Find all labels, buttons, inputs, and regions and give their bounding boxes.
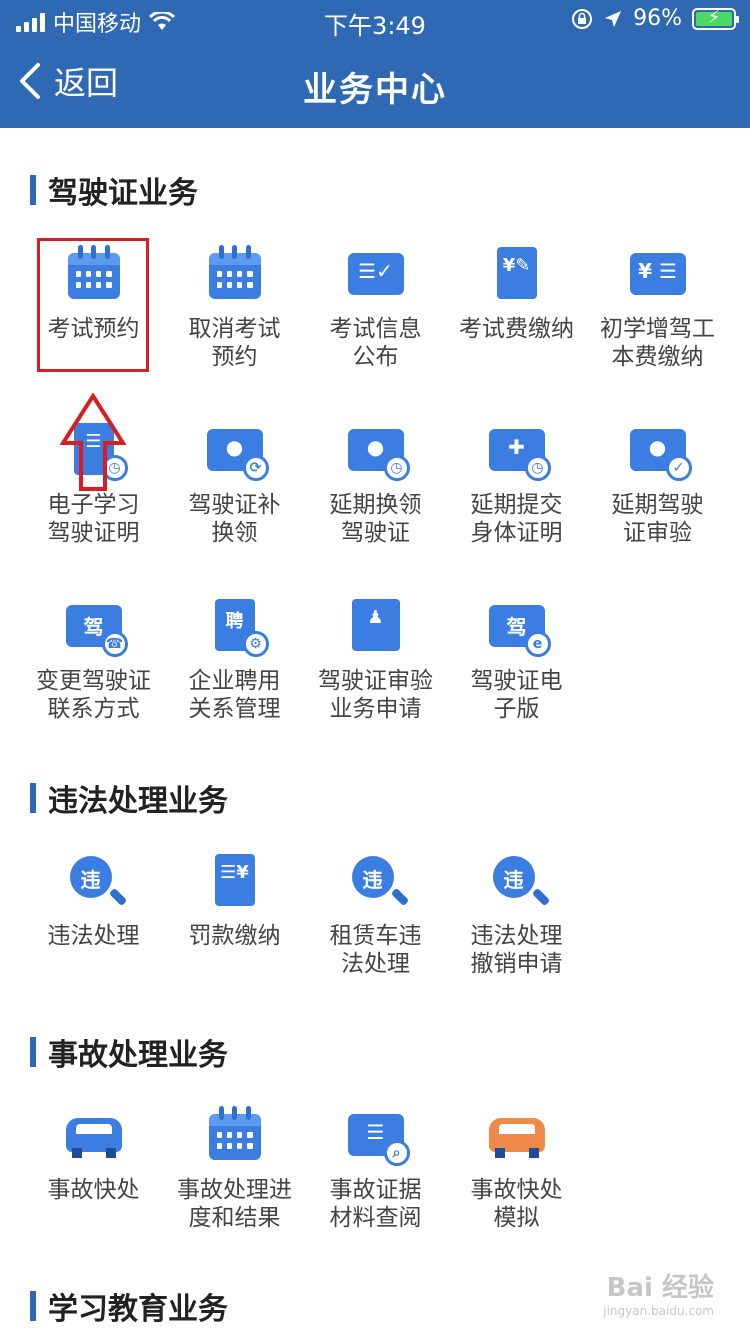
location-icon: [605, 10, 622, 27]
service-cancel-exam[interactable]: 取消考试 预约: [164, 235, 305, 411]
service-license-delay[interactable]: ● ◷ 延期换领 驾驶证: [305, 411, 446, 587]
up-arrow-icon: [60, 393, 126, 491]
service-employment-mgmt[interactable]: 聘 ⚙ 企业聘用 关系管理: [164, 587, 305, 763]
license-verify-icon: ● ✓: [628, 419, 692, 481]
fine-payment-icon: ☰¥: [205, 850, 265, 910]
employment-doc-icon: 聘 ⚙: [205, 595, 269, 657]
violation-cancel-icon: 违: [487, 850, 547, 910]
section-marker: [30, 1037, 36, 1067]
service-label: 事故快处: [47, 1177, 140, 1203]
service-label: 延期换领 驾驶证: [329, 492, 422, 546]
section-title-accident: 事故处理业务: [30, 1030, 228, 1074]
violation-search-icon: 违: [64, 850, 124, 910]
baidu-watermark: Bai 经验 jingyan.baidu.com: [603, 1267, 714, 1318]
rental-violation-icon: 违: [346, 850, 406, 910]
section-title-violation: 违法处理业务: [30, 776, 228, 820]
watermark-url: jingyan.baidu.com: [603, 1304, 714, 1318]
status-bar: 中国移动 下午3:49 96% ⚡: [0, 0, 750, 40]
service-label: 考试费缴纳: [459, 316, 574, 342]
contact-change-icon: 驾 ☎: [64, 595, 128, 657]
page-title: 业务中心: [303, 70, 447, 110]
service-label: 考试信息 公布: [329, 316, 422, 370]
service-label: 驾驶证审验 业务申请: [318, 668, 433, 722]
service-learner-fee[interactable]: ¥ ☰ 初学增驾工 本费缴纳: [587, 235, 728, 411]
service-label: 取消考试 预约: [188, 316, 281, 370]
service-accident-evidence[interactable]: ☰ ⌕ 事故证据 材料查阅: [305, 1096, 446, 1232]
service-label: 电子学习 驾驶证明: [47, 492, 140, 546]
service-health-delay[interactable]: ✚ ◷ 延期提交 身体证明: [446, 411, 587, 587]
header-bar: 中国移动 下午3:49 96% ⚡ 返回 业务中心: [0, 0, 750, 128]
service-accident-quick[interactable]: 事故快处: [23, 1096, 164, 1232]
section-title-license: 驾驶证业务: [30, 168, 198, 212]
evidence-search-icon: ☰ ⌕: [346, 1104, 410, 1166]
rotation-lock-icon: [572, 8, 593, 29]
car-accident-icon: [64, 1104, 124, 1164]
service-violation-cancel[interactable]: 违 违法处理 撤销申请: [446, 842, 587, 978]
section-title-text: 违法处理业务: [48, 784, 228, 819]
service-exam-info[interactable]: ☰✓ 考试信息 公布: [305, 235, 446, 411]
service-license-reissue[interactable]: ● ⟳ 驾驶证补 换领: [164, 411, 305, 587]
progress-calendar-icon: [205, 1104, 265, 1164]
service-label: 事故处理进 度和结果: [177, 1177, 292, 1231]
section-marker: [30, 175, 36, 205]
stamp-icon: ♟: [346, 595, 406, 655]
service-label: 企业聘用 关系管理: [188, 668, 281, 722]
section-marker: [30, 783, 36, 813]
calendar-icon: [205, 243, 265, 303]
health-delay-icon: ✚ ◷: [487, 419, 551, 481]
service-label: 事故快处 模拟: [470, 1177, 563, 1231]
service-license-verify-delay[interactable]: ● ✓ 延期驾驶 证审验: [587, 411, 728, 587]
license-reissue-icon: ● ⟳: [205, 419, 269, 481]
fee-receipt-icon: ¥✎: [487, 243, 547, 303]
notice-board-icon: ☰✓: [346, 243, 406, 303]
service-rental-violation[interactable]: 违 租赁车违 法处理: [305, 842, 446, 978]
watermark-brand: Bai 经验: [606, 1273, 714, 1303]
e-license-icon: 驾e: [487, 595, 551, 657]
service-fine-payment[interactable]: ☰¥ 罚款缴纳: [164, 842, 305, 978]
car-accident-orange-icon: [487, 1104, 547, 1164]
service-label: 违法处理: [47, 923, 140, 949]
fee-card-icon: ¥ ☰: [628, 243, 688, 303]
service-label: 违法处理 撤销申请: [470, 923, 563, 977]
service-label: 延期提交 身体证明: [470, 492, 563, 546]
battery-icon: ⚡: [692, 7, 739, 30]
service-license-verify-apply[interactable]: ♟ 驾驶证审验 业务申请: [305, 587, 446, 763]
service-label: 变更驾驶证 联系方式: [36, 668, 151, 722]
accident-services-grid: 事故快处 事故处理进 度和结果 ☰ ⌕ 事故证据 材料查阅 事故快处 模拟: [23, 1096, 728, 1232]
service-label: 事故证据 材料查阅: [329, 1177, 422, 1231]
highlight-box: [37, 238, 149, 372]
service-label: 驾驶证电 子版: [470, 668, 563, 722]
license-delay-icon: ● ◷: [346, 419, 410, 481]
section-marker: [30, 1291, 36, 1321]
service-label: 延期驾驶 证审验: [611, 492, 704, 546]
battery-percent: 96%: [633, 6, 682, 31]
nav-bar: 返回 业务中心: [0, 40, 750, 128]
section-title-text: 驾驶证业务: [48, 176, 198, 211]
service-e-license[interactable]: 驾e 驾驶证电 子版: [446, 587, 587, 763]
service-label: 初学增驾工 本费缴纳: [600, 316, 715, 370]
service-accident-progress[interactable]: 事故处理进 度和结果: [164, 1096, 305, 1232]
section-title-text: 学习教育业务: [48, 1292, 228, 1327]
service-exam-fee[interactable]: ¥✎ 考试费缴纳: [446, 235, 587, 411]
service-contact-change[interactable]: 驾 ☎ 变更驾驶证 联系方式: [23, 587, 164, 763]
service-label: 罚款缴纳: [188, 923, 281, 949]
violation-services-grid: 违 违法处理 ☰¥ 罚款缴纳 违 租赁车违 法处理 违 违法处理 撤销申请: [23, 842, 728, 978]
section-title-education: 学习教育业务: [30, 1284, 228, 1328]
service-accident-simulation[interactable]: 事故快处 模拟: [446, 1096, 587, 1232]
service-label: 租赁车违 法处理: [329, 923, 422, 977]
service-violation-handle[interactable]: 违 违法处理: [23, 842, 164, 978]
section-title-text: 事故处理业务: [48, 1038, 228, 1073]
service-label: 驾驶证补 换领: [188, 492, 281, 546]
